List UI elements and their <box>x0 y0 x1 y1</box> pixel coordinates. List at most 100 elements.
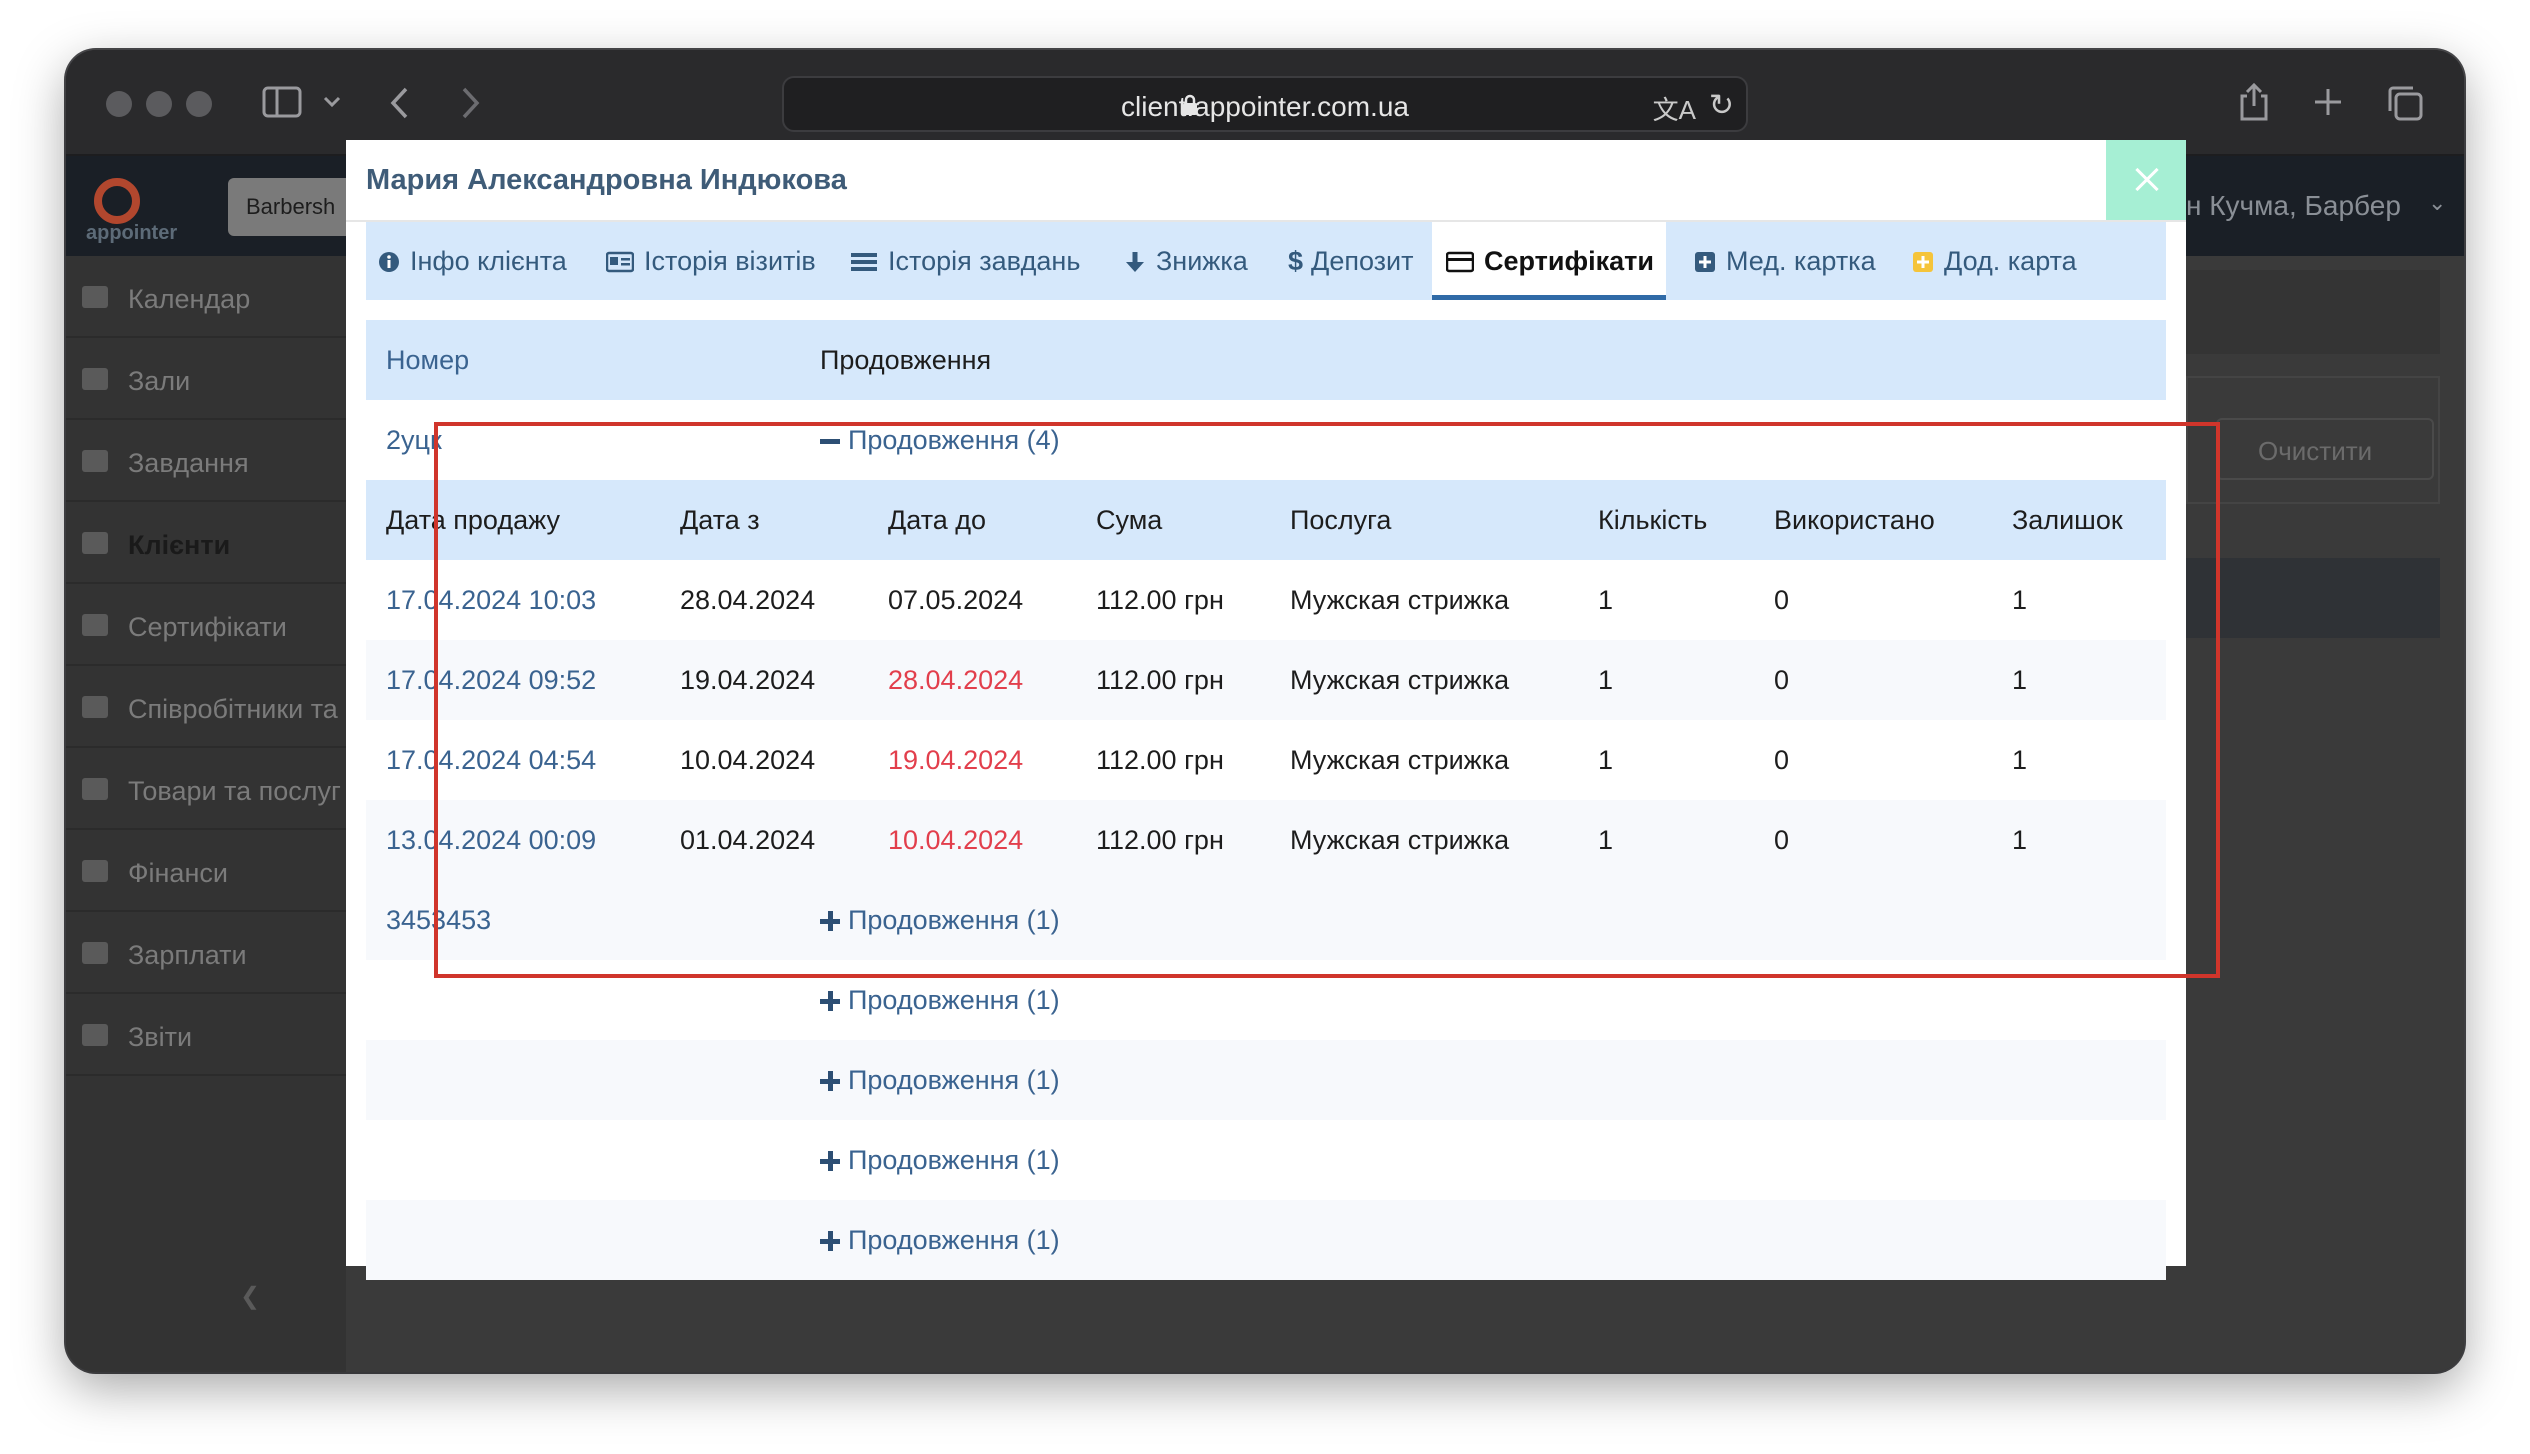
sidebar-item-certificates[interactable]: Сертифікати <box>66 584 346 666</box>
browser-window: client.appointer.com.ua 文A ↻ appointer B… <box>66 50 2464 1372</box>
chevron-down-icon[interactable] <box>322 94 342 110</box>
translate-icon[interactable]: 文A <box>1653 90 1696 127</box>
zoom-window-button[interactable] <box>186 91 212 117</box>
credit-card-icon <box>82 778 108 800</box>
tab-certificates[interactable]: Сертифікати <box>1432 222 1666 300</box>
plus-icon <box>820 1071 840 1091</box>
sidebar-item-reports[interactable]: Звіти <box>66 994 346 1076</box>
date-to-expired: 19.04.2024 <box>888 745 1024 775</box>
new-tab-icon[interactable] <box>2312 86 2344 118</box>
back-icon[interactable] <box>388 86 412 120</box>
quantity: 1 <box>1598 745 1614 775</box>
plus-icon <box>820 1231 840 1251</box>
credit-card-icon <box>82 614 108 636</box>
sidebar-item-tasks[interactable]: Завдання <box>66 420 346 502</box>
minimize-window-button[interactable] <box>146 91 172 117</box>
column-header-amount: Сума <box>1096 505 1163 535</box>
id-card-icon <box>606 251 634 273</box>
date-from: 19.04.2024 <box>680 665 816 695</box>
sidebar-item-products[interactable]: Товари та послуг <box>66 748 346 830</box>
tab-discount[interactable]: Знижка <box>1124 222 1248 300</box>
extensions-table-header: Дата продажу Дата з Дата до Сума Послуга… <box>366 480 2166 560</box>
table-row: Продовження (1) <box>366 1200 2166 1280</box>
share-icon[interactable] <box>2238 82 2270 122</box>
certificate-number[interactable]: 3453453 <box>386 880 491 960</box>
collapse-sidebar-icon[interactable]: ❮ <box>240 1282 260 1311</box>
amount: 112.00 грн <box>1096 665 1224 695</box>
amount: 112.00 грн <box>1096 825 1224 855</box>
list-icon <box>851 253 877 271</box>
tab-overview-icon[interactable] <box>2386 84 2424 122</box>
certificate-number[interactable]: 2уцк <box>386 400 442 480</box>
amount: 112.00 грн <box>1096 745 1224 775</box>
sidebar-item-halls[interactable]: Зали <box>66 338 346 420</box>
used: 0 <box>1774 825 1790 855</box>
table-row: Продовження (1) <box>366 1120 2166 1200</box>
logo-text: appointer <box>86 222 178 244</box>
certificates-table-header: Номер Продовження <box>366 320 2166 400</box>
service: Мужская стрижка <box>1290 825 1510 855</box>
column-header-service: Послуга <box>1290 505 1392 535</box>
minus-icon <box>820 431 840 451</box>
tab-visit-history[interactable]: Історія візитів <box>606 222 816 300</box>
toggle-extensions[interactable]: Продовження (4) <box>820 400 1060 480</box>
tab-client-info[interactable]: Інфо клієнта <box>378 222 567 300</box>
plus-square-yellow-icon <box>1913 252 1933 272</box>
clear-button[interactable]: Очистити <box>2216 418 2434 480</box>
url-text: client.appointer.com.ua <box>1121 91 1409 122</box>
chevron-down-icon[interactable]: ⌄ <box>2428 190 2446 216</box>
sidebar-item-staff[interactable]: Співробітники та <box>66 666 346 748</box>
remaining: 1 <box>2012 585 2028 615</box>
sale-date-link[interactable]: 17.04.2024 04:54 <box>386 720 596 800</box>
toggle-extensions[interactable]: Продовження (1) <box>820 1200 1060 1280</box>
column-header-remaining: Залишок <box>2012 505 2123 535</box>
column-header-number[interactable]: Номер <box>386 320 469 400</box>
background-table-header <box>2186 558 2440 638</box>
column-header-extension: Продовження <box>820 345 992 375</box>
arrow-down-icon <box>1126 252 1144 272</box>
sale-date-link[interactable]: 17.04.2024 10:03 <box>386 560 596 640</box>
list-icon <box>82 450 108 472</box>
amount: 112.00 грн <box>1096 585 1224 615</box>
column-header-sale-date: Дата продажу <box>386 505 560 535</box>
close-window-button[interactable] <box>106 91 132 117</box>
tab-additional-card[interactable]: Дод. карта <box>1912 222 2077 300</box>
used: 0 <box>1774 745 1790 775</box>
toggle-extensions[interactable]: Продовження (1) <box>820 1120 1060 1200</box>
sidebar-item-calendar[interactable]: Календар <box>66 256 346 338</box>
id-card-icon <box>82 696 108 718</box>
bookmark-icon <box>82 368 108 390</box>
quantity: 1 <box>1598 665 1614 695</box>
money-icon <box>82 860 108 882</box>
modal-tabs: Інфо клієнта Історія візитів Історія зав… <box>366 222 2166 300</box>
table-row: Продовження (1) <box>366 1040 2166 1120</box>
forward-icon[interactable] <box>458 86 482 120</box>
date-to-expired: 10.04.2024 <box>888 825 1024 855</box>
reload-icon[interactable]: ↻ <box>1709 88 1734 123</box>
tab-deposit[interactable]: $ Депозит <box>1288 222 1414 300</box>
sidebar-item-finance[interactable]: Фінанси <box>66 830 346 912</box>
date-from: 01.04.2024 <box>680 825 816 855</box>
sidebar-item-salaries[interactable]: Зарплати <box>66 912 346 994</box>
sidebar-toggle-icon[interactable] <box>262 86 302 118</box>
sidebar-item-clients[interactable]: Клієнти <box>66 502 346 584</box>
sale-date-link[interactable]: 13.04.2024 00:09 <box>386 800 596 880</box>
sale-date-link[interactable]: 17.04.2024 09:52 <box>386 640 596 720</box>
info-icon <box>379 252 399 272</box>
close-modal-button[interactable] <box>2106 140 2186 220</box>
calculator-icon <box>82 942 108 964</box>
sidebar: Календар Зали Завдання Клієнти Сертифіка… <box>66 256 346 1372</box>
user-name[interactable]: н Кучма, Барбер <box>2186 190 2401 222</box>
toggle-extensions[interactable]: Продовження (1) <box>820 960 1060 1040</box>
table-row: 2уцк Продовження (4) <box>366 400 2166 480</box>
toggle-extensions[interactable]: Продовження (1) <box>820 1040 1060 1120</box>
column-header-quantity: Кількість <box>1598 505 1708 535</box>
table-row: 17.04.2024 10:03 28.04.2024 07.05.2024 1… <box>366 560 2166 640</box>
table-row: 3453453 Продовження (1) <box>366 880 2166 960</box>
background-panel <box>2186 270 2440 354</box>
toggle-extensions[interactable]: Продовження (1) <box>820 880 1060 960</box>
address-bar[interactable]: client.appointer.com.ua 文A ↻ <box>782 76 1748 132</box>
tab-task-history[interactable]: Історія завдань <box>850 222 1080 300</box>
tab-medical-card[interactable]: Мед. картка <box>1694 222 1876 300</box>
calendar-icon <box>82 286 108 308</box>
